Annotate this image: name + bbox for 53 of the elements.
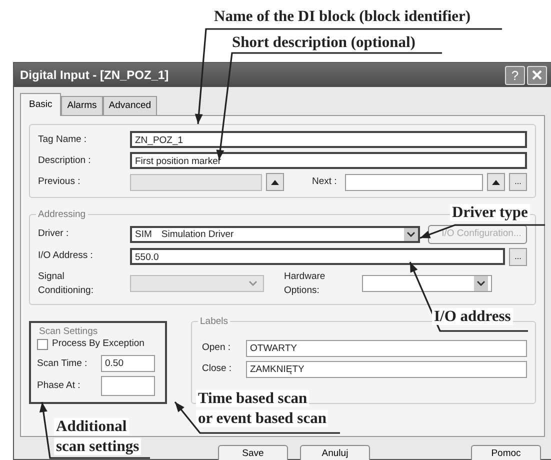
caret-icon: [407, 232, 415, 237]
tab[interactable]: Alarms: [61, 96, 103, 116]
browse-button[interactable]: ...: [509, 173, 527, 192]
tab[interactable]: Advanced: [102, 96, 158, 116]
callout-label: or event based scan: [196, 410, 328, 427]
dropdown-arrow-button[interactable]: [474, 276, 488, 292]
browse-button[interactable]: ...: [509, 248, 527, 266]
window-title: Digital Input - [ZN_POZ_1]: [20, 67, 170, 84]
field-label: Next :: [312, 175, 337, 190]
callout-label: Name of the DI block (block identifier): [212, 8, 473, 25]
cancel-button[interactable]: Anuluj: [300, 445, 370, 460]
caret-icon: [249, 281, 257, 286]
callout-label: Additional: [54, 418, 129, 435]
field-label: Hardware Options:: [284, 270, 326, 298]
input-field[interactable]: 0.50: [101, 355, 155, 372]
caret-icon: [477, 281, 485, 286]
up-arrow-icon: [271, 180, 279, 185]
field-label: Close :: [202, 362, 233, 376]
field-label: I/O Address :: [38, 249, 94, 264]
field-label: Description :: [38, 154, 92, 168]
callout-label: Time based scan: [196, 390, 310, 407]
close-icon: [532, 70, 542, 80]
field-label: Scan Time :: [37, 356, 88, 371]
field-label: Open :: [202, 341, 232, 356]
input-field[interactable]: OTWARTY: [246, 340, 527, 357]
input-field[interactable]: [344, 174, 483, 191]
dropdown[interactable]: [362, 275, 492, 292]
input-field[interactable]: First position marker: [130, 152, 527, 170]
scroll-up-button[interactable]: [266, 173, 284, 192]
field-label: Phase At :: [37, 379, 82, 394]
save-button[interactable]: Save: [218, 445, 288, 460]
close-button[interactable]: [527, 66, 547, 84]
input-field[interactable]: [101, 376, 155, 396]
input-field[interactable]: ZN_POZ_1: [130, 131, 527, 148]
scroll-up-button[interactable]: [487, 173, 505, 192]
checkbox-label: Process By Exception: [52, 337, 144, 351]
callout-label: Driver type: [450, 204, 530, 221]
up-arrow-icon: [492, 180, 500, 185]
callout-label: scan settings: [54, 438, 142, 455]
field-label: Driver :: [38, 227, 70, 242]
driver-dropdown[interactable]: SIM Simulation Driver: [130, 226, 420, 243]
callout-label: Short description (optional): [230, 34, 418, 51]
callout-label: I/O address: [432, 308, 513, 325]
input-field[interactable]: 550.0: [130, 248, 505, 265]
dropdown-value: SIM Simulation Driver: [135, 228, 235, 242]
help-button[interactable]: Pomoc: [471, 445, 541, 460]
field-label: Previous :: [38, 175, 82, 190]
field-label: Tag Name :: [38, 132, 88, 147]
tab[interactable]: Basic: [20, 93, 62, 116]
input-field[interactable]: ZAMKNIĘTY: [246, 361, 527, 378]
dropdown-arrow-button[interactable]: [404, 228, 418, 241]
field-label: Signal Conditioning:: [38, 270, 94, 298]
checkbox[interactable]: [37, 338, 48, 350]
